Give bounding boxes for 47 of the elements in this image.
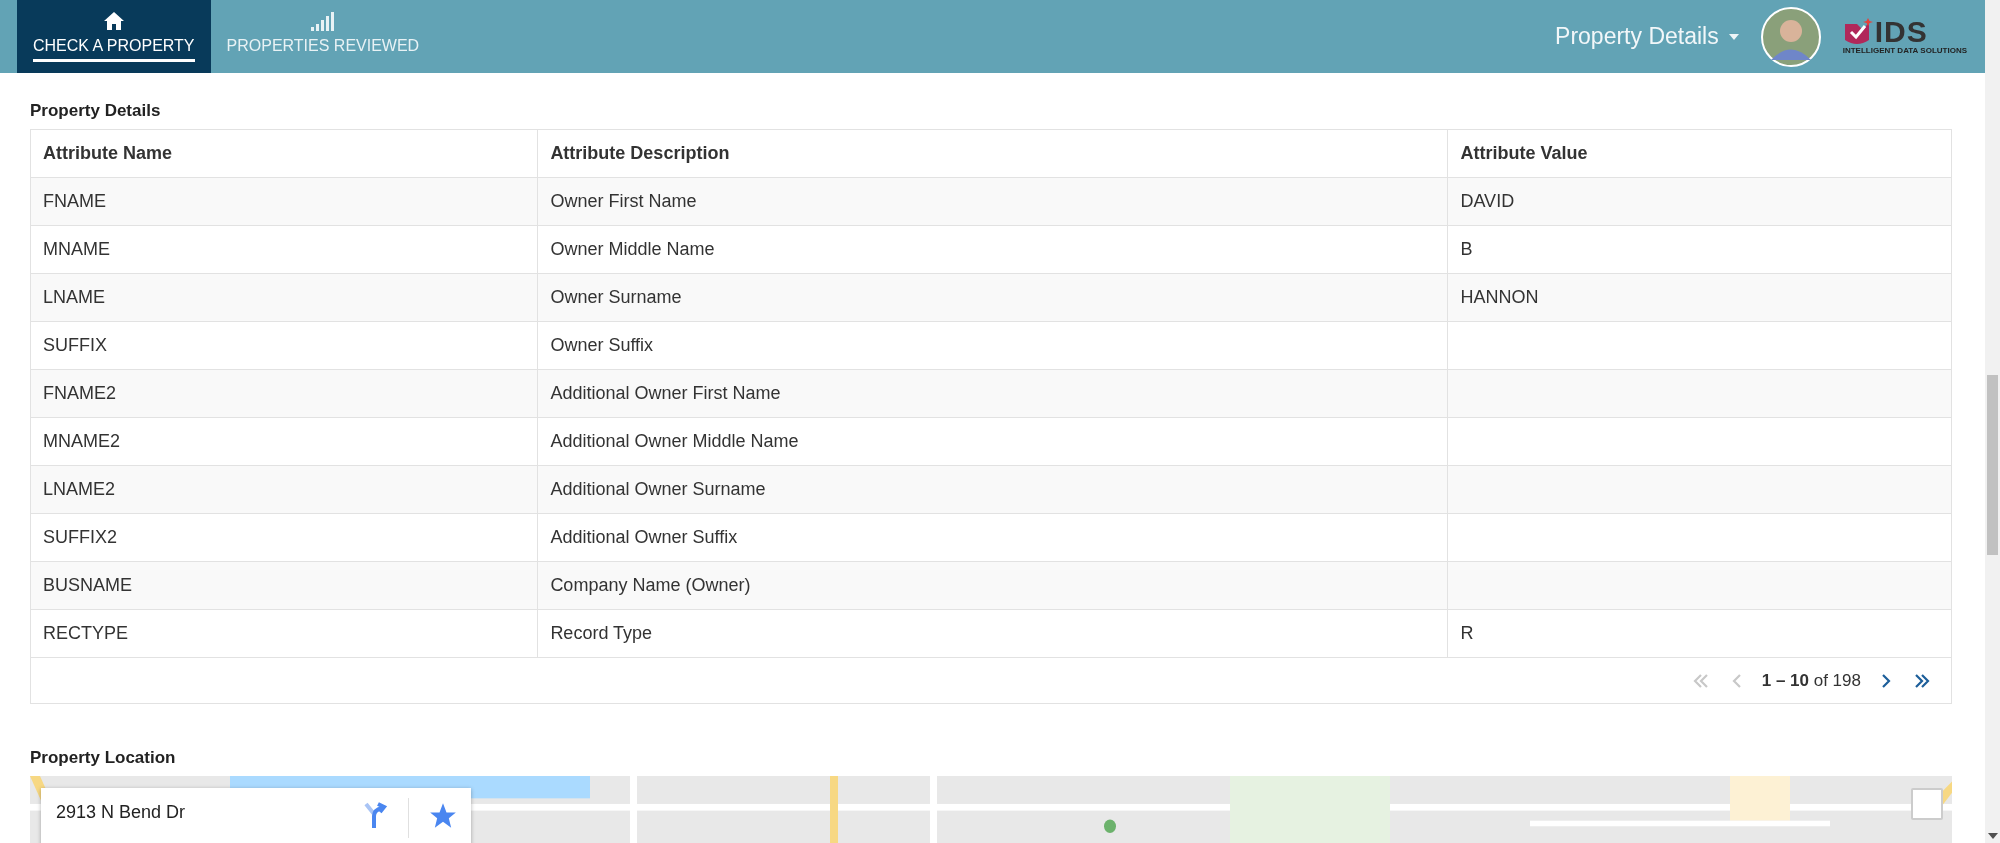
column-header: Attribute Name [31, 130, 538, 178]
section-title: Property Location [30, 748, 177, 768]
table-cell: Owner Suffix [550, 335, 654, 355]
table-cell: LNAME2 [43, 479, 116, 499]
house-icon [102, 11, 125, 31]
table-cell: B [1460, 239, 1473, 259]
table-cell: HANNON [1460, 287, 1539, 307]
table-cell: Owner Middle Name [550, 239, 715, 259]
nav-tab[interactable]: CHECK A PROPERTY [17, 0, 211, 73]
column-header: Attribute Value [1447, 130, 1951, 178]
table-cell: Record Type [550, 623, 653, 643]
table-cell: Additional Owner First Name [550, 383, 781, 403]
logo-name: IDS [1874, 18, 1928, 46]
signal-bars-icon [310, 11, 335, 31]
double-chevron-left-icon [1691, 671, 1710, 690]
table-cell: MNAME [43, 239, 110, 259]
table-cell: Additional Owner Middle Name [550, 431, 799, 451]
scrollbar[interactable] [1985, 0, 2000, 843]
table-cell: Owner First Name [550, 191, 697, 211]
table-cell: R [1460, 623, 1474, 643]
table-cell: LNAME [43, 287, 105, 307]
scroll-down-icon[interactable] [1988, 833, 1998, 839]
map[interactable]: 2913 N Bend Dr [30, 776, 1952, 843]
page-range: 1 – 10 of 198 [1761, 670, 1861, 691]
double-chevron-right-icon [1913, 671, 1931, 690]
table-cell: RECTYPE [43, 623, 129, 643]
place-address: 2913 N Bend Dr [56, 802, 187, 823]
table-cell: Additional Owner Surname [550, 479, 766, 499]
table-cell: BUSNAME [43, 575, 132, 595]
caret-icon [1728, 33, 1739, 40]
table-cell: FNAME2 [43, 383, 116, 403]
table-cell: Company Name (Owner) [550, 575, 751, 595]
table-cell: Additional Owner Suffix [550, 527, 738, 547]
table-cell: FNAME [43, 191, 106, 211]
table-cell: Owner Surname [550, 287, 682, 307]
scrollbar-thumb[interactable] [1987, 375, 1998, 555]
table-cell: SUFFIX [43, 335, 107, 355]
table-cell: MNAME2 [43, 431, 120, 451]
table-cell: DAVID [1460, 191, 1515, 211]
logo-tagline: INTELLIGENT DATA SOLUTIONS [1842, 46, 1967, 55]
star-icon[interactable] [429, 802, 457, 830]
section-title: Property Details [30, 101, 162, 121]
logo-mark-icon [1842, 18, 1873, 46]
avatar[interactable] [1760, 6, 1821, 67]
directions-icon[interactable] [362, 802, 388, 828]
table-cell: SUFFIX2 [43, 527, 117, 547]
column-header: Attribute Description [537, 130, 1448, 178]
